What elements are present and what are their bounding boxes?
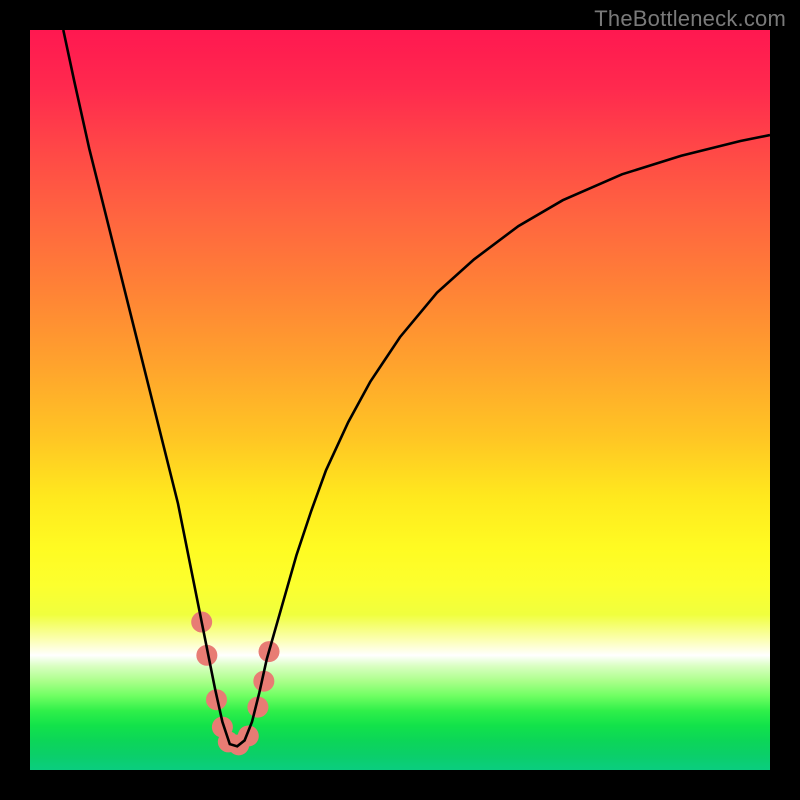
watermark-text: TheBottleneck.com bbox=[594, 6, 786, 32]
plot-area bbox=[30, 30, 770, 770]
bottleneck-curve bbox=[63, 30, 770, 746]
curve-layer bbox=[30, 30, 770, 770]
